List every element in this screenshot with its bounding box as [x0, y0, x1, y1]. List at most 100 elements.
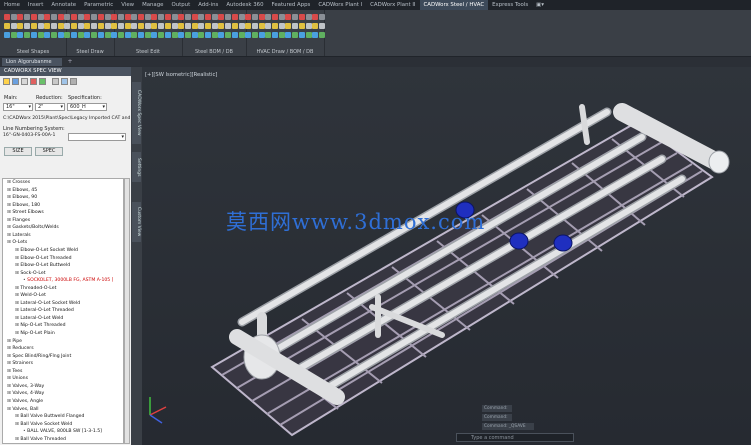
- ribbon-tool-icon[interactable]: [10, 32, 17, 38]
- ribbon-tool-icon[interactable]: [245, 32, 252, 38]
- ribbon-tool-icon[interactable]: [57, 32, 64, 38]
- ribbon-tool-icon[interactable]: [158, 23, 165, 29]
- ribbon-tool-icon[interactable]: [278, 23, 285, 29]
- ribbon-tool-icon[interactable]: [117, 32, 124, 38]
- ribbon-tool-icon[interactable]: [50, 14, 57, 20]
- add-icon[interactable]: [39, 78, 46, 85]
- side-tab-spec-view[interactable]: CADWorx Spec View: [132, 82, 141, 144]
- ribbon-tool-icon[interactable]: [97, 32, 104, 38]
- ribbon-tool-icon[interactable]: [138, 23, 144, 29]
- command-input[interactable]: Type a command: [471, 434, 514, 442]
- ribbon-tool-icon[interactable]: [124, 14, 131, 20]
- ribbon-tool-icon[interactable]: [77, 32, 84, 38]
- ribbon-tool-icon[interactable]: [24, 14, 31, 20]
- ribbon-tool-icon[interactable]: [272, 14, 278, 20]
- ribbon-tool-icon[interactable]: [138, 14, 144, 20]
- ribbon-tab[interactable]: View: [117, 0, 138, 10]
- ribbon-tool-icon[interactable]: [30, 14, 37, 20]
- ribbon-tab[interactable]: CADWorx Plant I: [314, 0, 366, 10]
- ribbon-tool-icon[interactable]: [251, 23, 258, 29]
- ribbon-tool-icon[interactable]: [285, 23, 292, 29]
- ribbon-tool-icon[interactable]: [318, 14, 325, 20]
- open-icon[interactable]: [3, 78, 10, 85]
- ribbon-tool-icon[interactable]: [191, 32, 198, 38]
- ribbon-tool-icon[interactable]: [278, 14, 285, 20]
- ribbon-tool-icon[interactable]: [278, 32, 285, 38]
- ribbon-tool-icon[interactable]: [164, 23, 171, 29]
- ribbon-tool-icon[interactable]: [292, 14, 299, 20]
- ribbon-tool-icon[interactable]: [211, 32, 218, 38]
- ribbon-tool-icon[interactable]: [198, 32, 205, 38]
- ribbon-tool-icon[interactable]: [238, 32, 245, 38]
- ribbon-tool-icon[interactable]: [218, 32, 225, 38]
- ribbon-tool-icon[interactable]: [184, 32, 191, 38]
- ribbon-tool-icon[interactable]: [251, 32, 258, 38]
- ribbon-tool-icon[interactable]: [111, 32, 118, 38]
- ribbon-tool-icon[interactable]: [71, 14, 77, 20]
- ribbon-tool-icon[interactable]: [144, 23, 151, 29]
- ribbon-tool-icon[interactable]: [104, 32, 111, 38]
- ribbon-tool-icon[interactable]: [97, 14, 104, 20]
- ribbon-tool-icon[interactable]: [37, 14, 44, 20]
- ribbon-tab[interactable]: Home: [0, 0, 24, 10]
- size-button[interactable]: SIZE: [4, 147, 32, 156]
- ribbon-tool-icon[interactable]: [265, 32, 272, 38]
- ribbon-tool-icon[interactable]: [171, 32, 178, 38]
- specification-select[interactable]: 600_H: [67, 103, 107, 111]
- component-tree[interactable]: ⊞ Crosses ⊞ Elbows, 45 ⊞ Elbows, 90 ⊞ Elbow…: [2, 178, 124, 444]
- ribbon-tool-icon[interactable]: [77, 14, 84, 20]
- ribbon-tool-icon[interactable]: [218, 14, 225, 20]
- ribbon-tool-icon[interactable]: [151, 23, 158, 29]
- tree-scrollbar[interactable]: [124, 178, 130, 444]
- ribbon-tab[interactable]: ▣▾: [532, 0, 548, 10]
- tree-item[interactable]: ⊞ Ball Valve Threaded: [3, 436, 66, 443]
- ribbon-tool-icon[interactable]: [225, 32, 232, 38]
- ribbon-tool-icon[interactable]: [17, 32, 24, 38]
- ribbon-tab[interactable]: Annotate: [47, 0, 80, 10]
- ribbon-tool-icon[interactable]: [225, 23, 232, 29]
- ribbon-tool-icon[interactable]: [178, 32, 185, 38]
- ribbon-tool-icon[interactable]: [144, 32, 151, 38]
- ribbon-tool-icon[interactable]: [44, 23, 51, 29]
- ribbon-tool-icon[interactable]: [71, 32, 77, 38]
- ribbon-tab[interactable]: CADWorx Steel / HVAC: [419, 0, 489, 10]
- ribbon-tool-icon[interactable]: [318, 32, 325, 38]
- ribbon-tool-icon[interactable]: [4, 32, 10, 38]
- ribbon-tool-icon[interactable]: [292, 23, 299, 29]
- ribbon-tab[interactable]: Featured Apps: [268, 0, 315, 10]
- ribbon-tool-icon[interactable]: [91, 14, 98, 20]
- ribbon-tool-icon[interactable]: [231, 32, 238, 38]
- ribbon-tool-icon[interactable]: [272, 32, 278, 38]
- ribbon-tool-icon[interactable]: [292, 32, 299, 38]
- ribbon-tool-icon[interactable]: [198, 14, 205, 20]
- ribbon-tool-icon[interactable]: [184, 14, 191, 20]
- ribbon-tool-icon[interactable]: [178, 14, 185, 20]
- ribbon-tool-icon[interactable]: [17, 23, 24, 29]
- ribbon-tool-icon[interactable]: [158, 32, 165, 38]
- ribbon-tool-icon[interactable]: [17, 14, 24, 20]
- model-viewport[interactable]: [142, 67, 751, 445]
- ribbon-tool-icon[interactable]: [37, 32, 44, 38]
- ribbon-tool-icon[interactable]: [37, 23, 44, 29]
- ribbon-tool-icon[interactable]: [298, 14, 305, 20]
- ribbon-tool-icon[interactable]: [231, 23, 238, 29]
- ribbon-tool-icon[interactable]: [245, 14, 252, 20]
- ribbon-tab[interactable]: Express Tools: [488, 0, 532, 10]
- ribbon-tool-icon[interactable]: [178, 23, 185, 29]
- ribbon-tool-icon[interactable]: [312, 23, 319, 29]
- ribbon-tool-icon[interactable]: [245, 23, 252, 29]
- ribbon-tool-icon[interactable]: [184, 23, 191, 29]
- view-icon[interactable]: [61, 78, 68, 85]
- ribbon-tool-icon[interactable]: [138, 32, 144, 38]
- ribbon-tool-icon[interactable]: [211, 14, 218, 20]
- ribbon-tool-icon[interactable]: [318, 23, 325, 29]
- reduction-size-select[interactable]: 2": [35, 103, 65, 111]
- ribbon-tool-icon[interactable]: [57, 23, 64, 29]
- ribbon-tool-icon[interactable]: [164, 14, 171, 20]
- ribbon-tool-icon[interactable]: [111, 14, 118, 20]
- filter-icon[interactable]: [21, 78, 28, 85]
- remove-icon[interactable]: [30, 78, 37, 85]
- main-size-select[interactable]: 16": [3, 103, 33, 111]
- ribbon-tool-icon[interactable]: [104, 23, 111, 29]
- ribbon-tool-icon[interactable]: [124, 32, 131, 38]
